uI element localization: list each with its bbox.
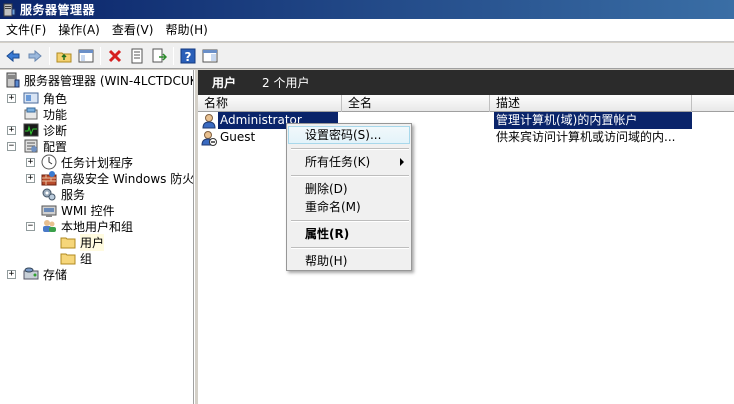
clock-icon bbox=[41, 154, 57, 170]
tree-item-firewall[interactable]: 高级安全 Windows 防火墙 bbox=[41, 170, 194, 186]
collapse-configuration-toggle[interactable]: − bbox=[7, 142, 16, 151]
tree-label: 存储 bbox=[43, 267, 68, 282]
svg-text:?: ? bbox=[185, 50, 192, 64]
tree-item-users[interactable]: 用户 bbox=[60, 233, 105, 251]
menu-separator bbox=[291, 148, 409, 150]
submenu-arrow-icon bbox=[400, 158, 404, 166]
wmi-icon bbox=[41, 202, 57, 218]
forward-icon[interactable] bbox=[25, 46, 45, 66]
menu-action[interactable]: 操作(A) bbox=[52, 19, 106, 42]
tree-item-configuration[interactable]: 配置 bbox=[23, 138, 67, 154]
tree-item-diagnostics[interactable]: 诊断 bbox=[23, 122, 67, 138]
folder-icon bbox=[60, 250, 76, 266]
user-description: 管理计算机(域)的内置帐户 bbox=[494, 112, 692, 129]
tree-label: 功能 bbox=[43, 107, 68, 122]
back-icon[interactable] bbox=[3, 46, 23, 66]
tree-label: WMI 控件 bbox=[61, 203, 115, 218]
menu-item-set-password[interactable]: 设置密码(S)... bbox=[288, 126, 410, 144]
folder-icon bbox=[60, 234, 76, 250]
tree-label: 诊断 bbox=[43, 123, 68, 138]
menu-item-label: 所有任务(K) bbox=[305, 155, 371, 169]
configuration-icon bbox=[23, 138, 39, 154]
toolbar-separator bbox=[100, 46, 101, 65]
tree-item-task-scheduler[interactable]: 任务计划程序 bbox=[41, 154, 133, 170]
tree-label: 服务器管理器 (WIN-4LCTDCUKHD bbox=[24, 73, 193, 88]
tree-item-services[interactable]: 服务 bbox=[41, 186, 85, 202]
tree-item-groups[interactable]: 组 bbox=[60, 250, 92, 266]
table-row[interactable]: Guest 供来宾访问计算机或访问域的内... bbox=[198, 129, 734, 146]
tree-label: 任务计划程序 bbox=[61, 155, 134, 170]
menu-item-delete[interactable]: 删除(D) bbox=[288, 180, 410, 198]
column-header-name[interactable]: 名称 bbox=[198, 95, 342, 112]
user-description: 供来宾访问计算机或访问域的内... bbox=[496, 130, 676, 144]
expand-firewall-toggle[interactable]: + bbox=[26, 174, 35, 183]
collapse-local-users-toggle[interactable]: − bbox=[26, 222, 35, 231]
tree-label: 组 bbox=[80, 251, 93, 266]
features-icon bbox=[23, 106, 39, 122]
menu-separator bbox=[291, 247, 409, 249]
menu-item-all-tasks[interactable]: 所有任务(K) bbox=[288, 153, 410, 171]
server-manager-icon bbox=[2, 3, 16, 17]
expand-task-scheduler-toggle[interactable]: + bbox=[26, 158, 35, 167]
table-row[interactable]: Administrator 管理计算机(域)的内置帐户 bbox=[198, 112, 734, 129]
user-count: 2 个用户 bbox=[262, 76, 310, 90]
menu-separator bbox=[291, 175, 409, 177]
navigation-tree: 服务器管理器 (WIN-4LCTDCUKHD + 角色 功能 + 诊断 − 配置… bbox=[0, 70, 194, 404]
tree-item-features[interactable]: 功能 bbox=[23, 106, 67, 122]
properties-icon[interactable] bbox=[127, 46, 147, 66]
firewall-icon bbox=[41, 170, 57, 186]
menu-item-help[interactable]: 帮助(H) bbox=[288, 252, 410, 270]
column-header-fullname[interactable]: 全名 bbox=[342, 95, 490, 112]
tree-label: 用户 bbox=[80, 233, 105, 251]
help-icon[interactable]: ? bbox=[178, 46, 198, 66]
delete-icon[interactable] bbox=[105, 46, 125, 66]
server-icon bbox=[4, 72, 20, 88]
toolbar: ? bbox=[0, 43, 734, 69]
tree-item-roles[interactable]: 角色 bbox=[23, 90, 67, 106]
user-disabled-icon bbox=[201, 129, 218, 146]
expand-roles-toggle[interactable]: + bbox=[7, 94, 16, 103]
menu-item-rename[interactable]: 重命名(M) bbox=[288, 198, 410, 216]
menu-file[interactable]: 文件(F) bbox=[0, 19, 52, 42]
tree-label: 角色 bbox=[43, 91, 68, 106]
diagnostics-icon bbox=[23, 122, 39, 138]
tree-item-storage[interactable]: 存储 bbox=[23, 266, 67, 282]
tree-item-wmi-control[interactable]: WMI 控件 bbox=[41, 202, 115, 218]
context-menu: 设置密码(S)... 所有任务(K) 删除(D) 重命名(M) 属性(R) 帮助… bbox=[286, 123, 412, 271]
gears-icon bbox=[41, 186, 57, 202]
tree-label: 配置 bbox=[43, 139, 68, 154]
storage-icon bbox=[23, 266, 39, 282]
show-hide-tree-icon[interactable] bbox=[76, 46, 96, 66]
action-pane-icon[interactable] bbox=[200, 46, 220, 66]
column-header-description[interactable]: 描述 bbox=[490, 95, 692, 112]
details-header: 用户 2 个用户 bbox=[198, 70, 734, 95]
details-title: 用户 bbox=[212, 76, 237, 90]
tree-item-server-manager[interactable]: 服务器管理器 (WIN-4LCTDCUKHD bbox=[4, 72, 193, 88]
title-bar: 服务器管理器 bbox=[0, 0, 734, 19]
up-folder-icon[interactable] bbox=[54, 46, 74, 66]
tree-label: 本地用户和组 bbox=[61, 219, 134, 234]
expand-diagnostics-toggle[interactable]: + bbox=[7, 126, 16, 135]
column-headers: 名称 全名 描述 bbox=[198, 95, 734, 112]
user-icon bbox=[201, 112, 218, 129]
toolbar-separator bbox=[173, 46, 174, 65]
users-group-icon bbox=[41, 218, 57, 234]
tree-item-local-users-groups[interactable]: 本地用户和组 bbox=[41, 218, 133, 234]
roles-icon bbox=[23, 90, 39, 106]
expand-storage-toggle[interactable]: + bbox=[7, 270, 16, 279]
menu-bar: 文件(F) 操作(A) 查看(V) 帮助(H) bbox=[0, 19, 734, 42]
menu-item-properties[interactable]: 属性(R) bbox=[288, 225, 410, 243]
export-list-icon[interactable] bbox=[149, 46, 169, 66]
menu-separator bbox=[291, 220, 409, 222]
tree-label: 高级安全 Windows 防火墙 bbox=[61, 171, 194, 186]
tree-label: 服务 bbox=[61, 187, 86, 202]
toolbar-separator bbox=[49, 46, 50, 65]
details-pane: 用户 2 个用户 名称 全名 描述 Administrator 管理计算机(域)… bbox=[198, 70, 734, 404]
menu-help[interactable]: 帮助(H) bbox=[159, 19, 213, 42]
window-title: 服务器管理器 bbox=[20, 3, 96, 17]
menu-view[interactable]: 查看(V) bbox=[106, 19, 160, 42]
